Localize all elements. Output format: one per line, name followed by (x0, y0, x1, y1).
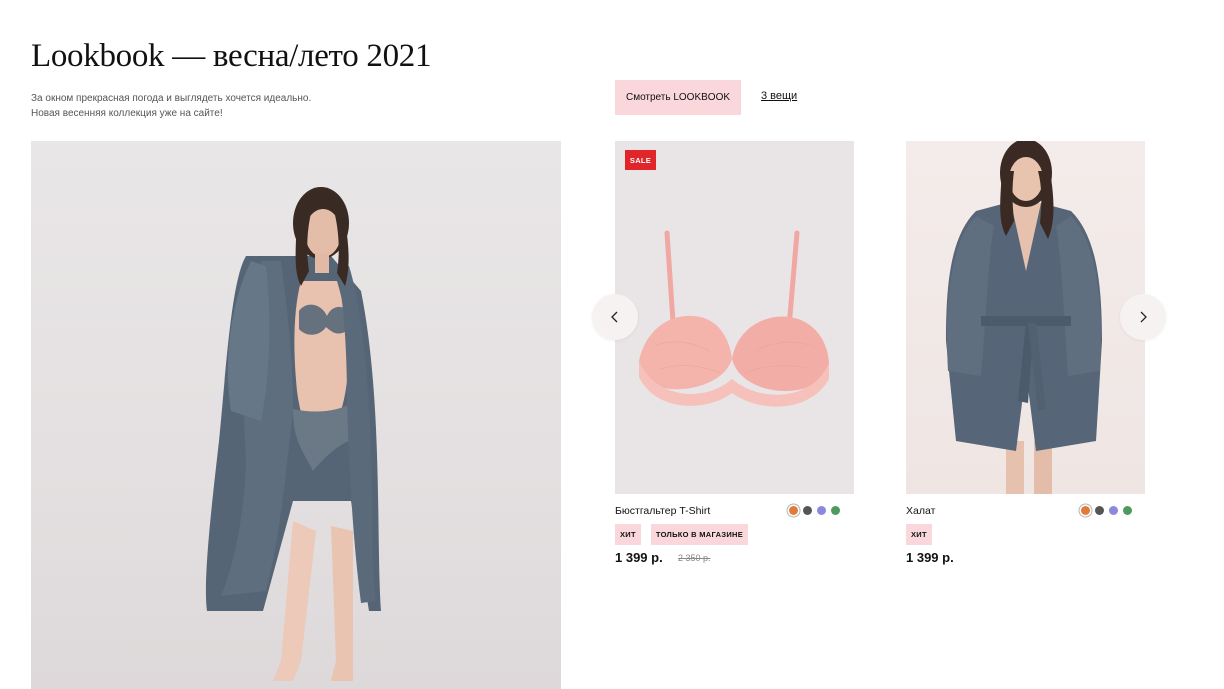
chevron-right-icon (1140, 311, 1147, 323)
color-swatch-lavender[interactable] (1109, 506, 1118, 515)
product-name[interactable]: Халат (906, 505, 935, 517)
subtitle-line-1: За окном прекрасная погода и выглядеть х… (31, 93, 312, 104)
tag-store-only: ТОЛЬКО В МАГАЗИНЕ (650, 524, 749, 545)
bra-illustration (639, 230, 829, 407)
color-swatch-green[interactable] (831, 506, 840, 515)
product-tags: ХИТ ТОЛЬКО В МАГАЗИНЕ (615, 524, 749, 545)
product-price: 1 399 р. (615, 550, 663, 565)
subtitle-line-2: Новая весенняя коллекция уже на сайте! (31, 108, 223, 119)
color-swatches (789, 506, 840, 515)
carousel-prev-button[interactable] (592, 294, 638, 340)
product-image-robe[interactable] (906, 141, 1145, 494)
product-tags: ХИТ (906, 524, 932, 545)
carousel-next-button[interactable] (1120, 294, 1166, 340)
robe-illustration (946, 141, 1102, 494)
items-count-link[interactable]: 3 вещи (761, 90, 797, 102)
color-swatch-lavender[interactable] (817, 506, 826, 515)
color-swatch-grey[interactable] (1095, 506, 1104, 515)
sale-badge: SALE (625, 150, 656, 170)
chevron-left-icon (611, 311, 618, 323)
tag-hit: ХИТ (906, 524, 932, 545)
color-swatch-orange[interactable] (789, 506, 798, 515)
page-title: Lookbook — весна/лето 2021 (31, 38, 432, 74)
page-subtitle: За окном прекрасная погода и выглядеть х… (31, 91, 311, 121)
color-swatches (1081, 506, 1132, 515)
model-illustration (205, 187, 381, 681)
product-old-price: 2 350 р. (678, 553, 711, 563)
color-swatch-grey[interactable] (803, 506, 812, 515)
view-lookbook-button[interactable]: Смотреть LOOKBOOK (615, 80, 741, 115)
color-swatch-green[interactable] (1123, 506, 1132, 515)
product-price: 1 399 р. (906, 550, 954, 565)
color-swatch-orange[interactable] (1081, 506, 1090, 515)
lookbook-hero-image[interactable] (31, 141, 561, 689)
tag-hit: ХИТ (615, 524, 641, 545)
product-image-bra[interactable]: SALE (615, 141, 854, 494)
product-name[interactable]: Бюстгальтер T-Shirt (615, 505, 710, 517)
